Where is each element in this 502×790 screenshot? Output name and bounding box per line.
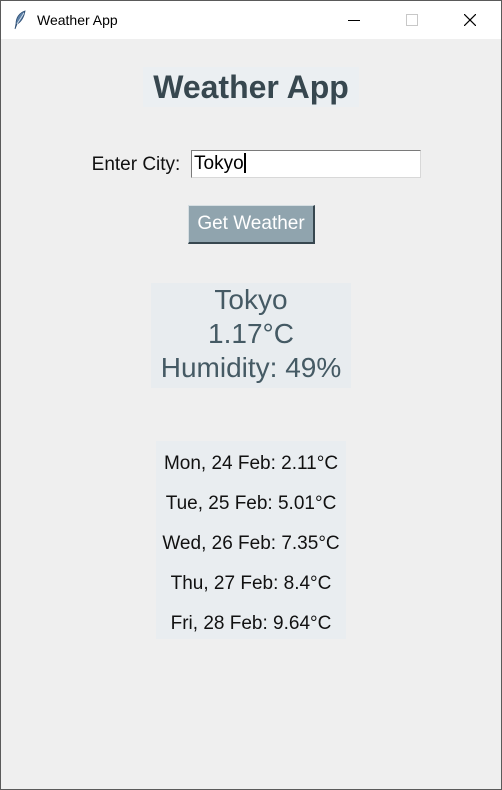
forecast-item: Thu, 27 Feb: 8.4°C [170,573,332,594]
minimize-button[interactable] [331,1,377,39]
forecast-item: Tue, 25 Feb: 5.01°C [165,493,337,514]
current-humidity: Humidity: 49% [160,352,342,383]
forecast-item: Fri, 28 Feb: 9.64°C [170,613,332,634]
forecast-item: Wed, 26 Feb: 7.35°C [162,533,340,554]
current-weather-panel: Tokyo 1.17°C Humidity: 49% [151,283,351,388]
city-input[interactable]: Tokyo [191,150,421,178]
window-title: Weather App [37,12,118,28]
forecast-panel: Mon, 24 Feb: 2.11°C Tue, 25 Feb: 5.01°C … [156,441,346,639]
get-weather-button[interactable]: Get Weather [188,205,315,244]
minimize-icon [348,20,360,21]
close-icon [464,14,476,26]
city-input-value: Tokyo [194,153,244,174]
current-temperature: 1.17°C [208,318,294,349]
title-bar[interactable]: Weather App [1,1,501,39]
app-window: Weather App Weather App Enter City: Toky… [0,0,502,790]
city-label: Enter City: [91,154,181,175]
page-title: Weather App [143,67,359,107]
maximize-button[interactable] [389,1,435,39]
maximize-icon [406,14,418,26]
feather-icon [13,10,27,30]
app-content: Weather App Enter City: Tokyo Get Weathe… [1,39,501,789]
forecast-item: Mon, 24 Feb: 2.11°C [163,453,339,474]
close-button[interactable] [447,1,493,39]
current-city: Tokyo [214,284,288,315]
text-caret [243,153,246,173]
